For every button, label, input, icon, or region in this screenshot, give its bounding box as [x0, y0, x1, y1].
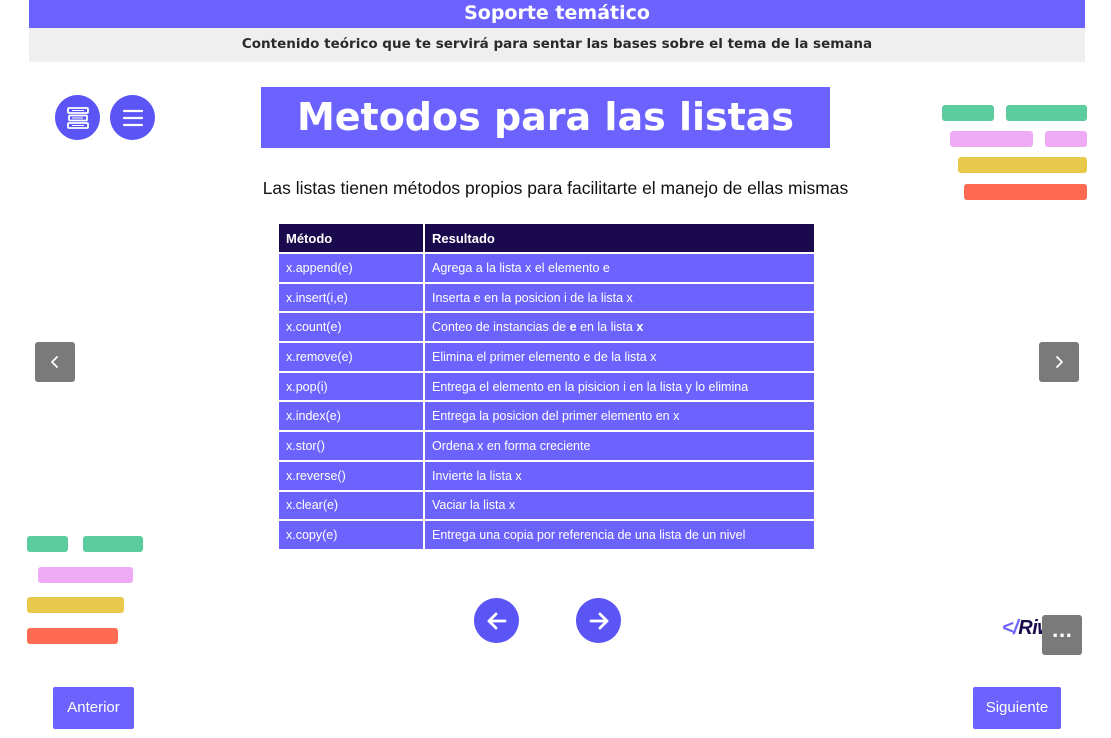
arrow-right-icon [589, 612, 608, 629]
menu-icon [122, 109, 143, 126]
forward-button[interactable] [576, 598, 621, 643]
intro-text: Las listas tienen métodos propios para f… [262, 178, 849, 198]
result-cell: Inserta e en la posicion i de la lista x [425, 283, 814, 314]
result-text: en la lista [576, 320, 637, 335]
methods-table: Método Resultado x.append(e) Agrega a la… [277, 224, 816, 551]
result-cell: Elimina el primer elemento e de la lista… [425, 343, 814, 373]
method-cell: x.stor() [279, 432, 423, 462]
more-options-button[interactable]: ... [1042, 615, 1082, 655]
result-cell: Ordena x en forma creciente [425, 432, 814, 462]
table-row: x.copy(e) Entrega una copia por referenc… [279, 521, 814, 551]
method-cell: x.append(e) [279, 254, 423, 284]
method-cell: x.remove(e) [279, 343, 423, 373]
result-cell: Invierte la lista x [425, 461, 814, 492]
table-row: x.index(e) Entrega la posicion del prime… [279, 402, 814, 433]
previous-button[interactable]: Anterior [53, 687, 134, 729]
result-cell: Conteo de instancias de e en la lista x [425, 313, 814, 344]
result-text: Conteo de instancias de [432, 320, 570, 335]
result-cell: Entrega el elemento en la pisicion i en … [425, 372, 814, 403]
next-button[interactable]: Siguiente [973, 687, 1061, 729]
decorative-bar [964, 184, 1087, 200]
table-row: x.clear(e) Vaciar la lista x [279, 491, 814, 522]
method-cell: x.count(e) [279, 313, 423, 344]
table-row: x.count(e) Conteo de instancias de e en … [279, 313, 814, 344]
table-row: x.reverse() Invierte la lista x [279, 461, 814, 492]
table-row: x.remove(e) Elimina el primer elemento e… [279, 343, 814, 373]
decorative-bar [942, 105, 994, 121]
table-row: x.append(e) Agrega a la lista x el eleme… [279, 254, 814, 284]
decorative-bar [950, 131, 1033, 147]
result-cell: Entrega la posicion del primer elemento … [425, 402, 814, 433]
decorative-bar [27, 597, 124, 613]
table-row: x.stor() Ordena x en forma creciente [279, 432, 814, 462]
table-row: x.pop(i) Entrega el elemento en la pisic… [279, 372, 814, 403]
decorative-bar [38, 567, 133, 583]
result-cell: Vaciar la lista x [425, 491, 814, 522]
carousel-prev-button[interactable] [35, 342, 75, 382]
header-result: Resultado [425, 224, 814, 254]
sub-banner: Contenido teórico que te servirá para se… [29, 28, 1085, 62]
chevron-right-icon [1056, 356, 1063, 368]
table-row: x.insert(i,e) Inserta e en la posicion i… [279, 283, 814, 314]
result-cell: Agrega a la lista x el elemento e [425, 254, 814, 284]
header-method: Método [279, 224, 423, 254]
method-cell: x.copy(e) [279, 521, 423, 551]
chevron-left-icon [51, 356, 58, 368]
method-cell: x.insert(i,e) [279, 283, 423, 314]
menu-button[interactable] [110, 95, 155, 140]
page-title: Metodos para las listas [261, 87, 830, 148]
carousel-next-button[interactable] [1039, 342, 1079, 382]
books-button[interactable] [55, 95, 100, 140]
top-banner: Soporte temático [29, 0, 1085, 28]
table-header-row: Método Resultado [279, 224, 814, 254]
decorative-bar [83, 536, 143, 552]
result-bold-x: x [636, 320, 644, 335]
arrow-left-icon [487, 612, 506, 629]
back-button[interactable] [474, 598, 519, 643]
decorative-bar [27, 628, 118, 644]
method-cell: x.pop(i) [279, 372, 423, 403]
decorative-bar [1006, 105, 1087, 121]
page: Soporte temático Contenido teórico que t… [0, 0, 1111, 738]
result-bold-e: e [569, 320, 577, 335]
method-cell: x.reverse() [279, 461, 423, 492]
books-icon [66, 106, 89, 129]
decorative-bar [1045, 131, 1087, 147]
decorative-bar [27, 536, 68, 552]
method-cell: x.clear(e) [279, 491, 423, 522]
decorative-bar [958, 157, 1087, 173]
method-cell: x.index(e) [279, 402, 423, 433]
result-cell: Entrega una copia por referencia de una … [425, 521, 814, 551]
